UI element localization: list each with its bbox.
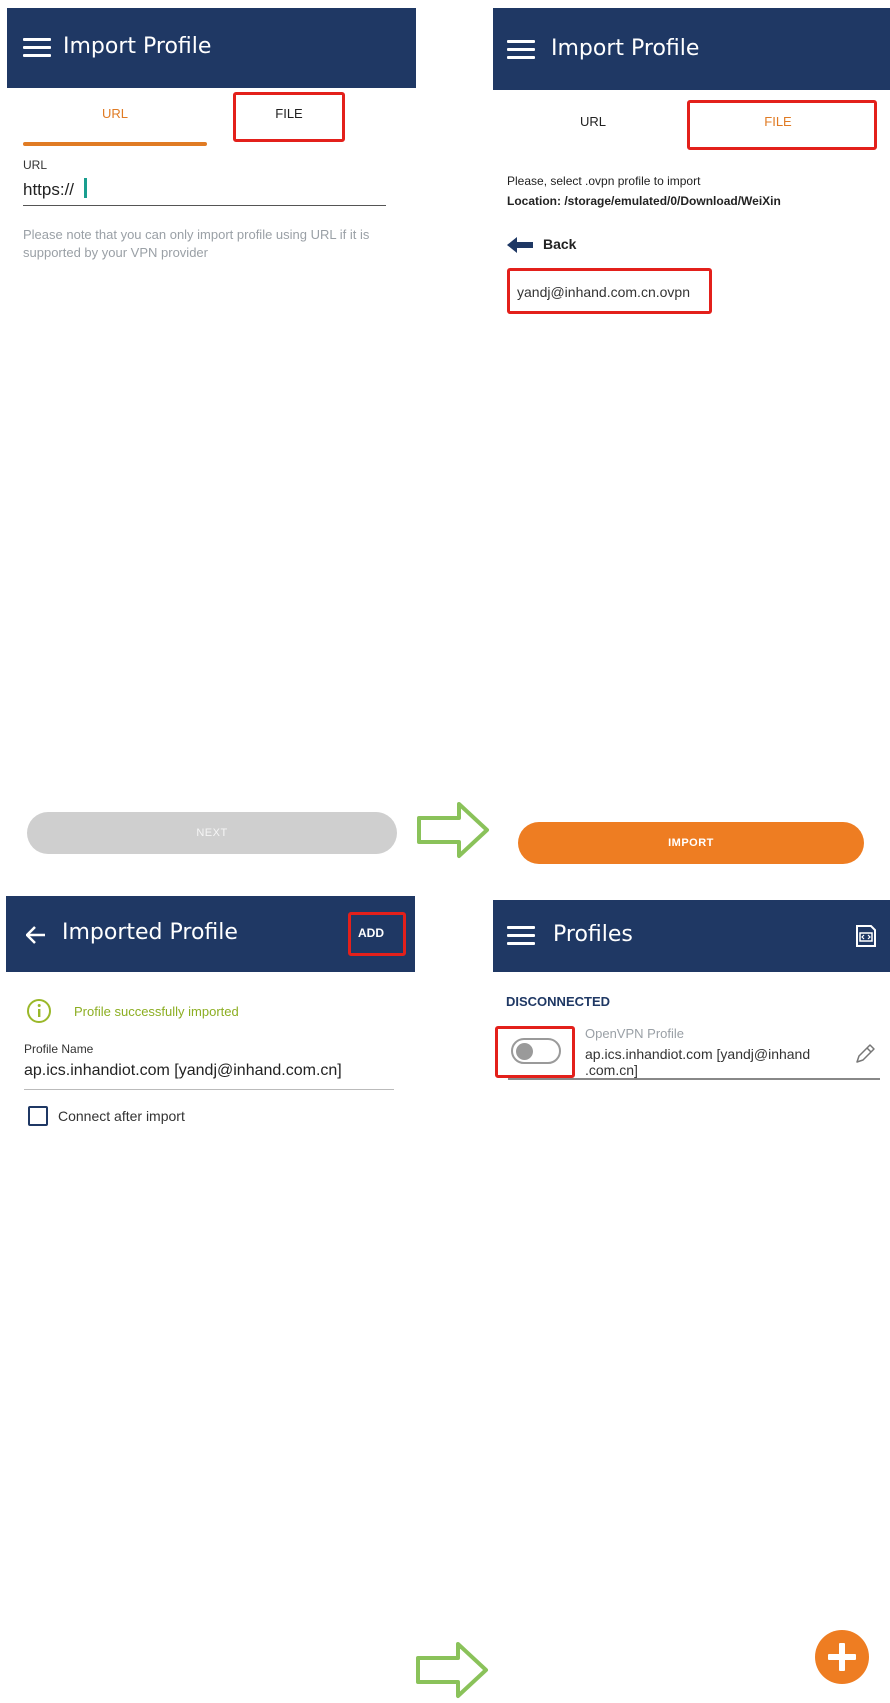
highlight-box xyxy=(233,92,345,142)
edit-pencil-icon[interactable] xyxy=(853,1042,877,1066)
app-bar: Import Profile xyxy=(7,8,416,88)
url-input[interactable]: https:// xyxy=(23,178,386,206)
profile-name[interactable]: ap.ics.inhandiot.com [yandj@inhand .com.… xyxy=(585,1046,810,1078)
connect-after-import-label: Connect after import xyxy=(58,1108,185,1124)
url-note: Please note that you can only import pro… xyxy=(23,227,370,260)
next-button[interactable]: NEXT xyxy=(27,812,397,854)
text-cursor xyxy=(84,178,88,198)
tab-url[interactable]: URL xyxy=(25,106,205,121)
info-icon xyxy=(27,999,51,1023)
tab-url[interactable]: URL xyxy=(553,114,633,129)
profile-type: OpenVPN Profile xyxy=(585,1026,684,1041)
back-arrow-icon[interactable] xyxy=(26,926,46,944)
profiles-screen: Profiles DISCONNECTED OpenVPN Profile ap… xyxy=(493,900,890,1703)
success-message: Profile successfully imported xyxy=(74,1004,239,1019)
app-bar: Imported Profile ADD xyxy=(6,896,415,972)
profile-name-line2: .com.cn] xyxy=(585,1062,638,1078)
profile-name-label: Profile Name xyxy=(24,1042,94,1056)
back-label: Back xyxy=(543,236,577,252)
url-input-value: https:// xyxy=(23,180,75,199)
import-instruction: Please, select .ovpn profile to import xyxy=(507,174,701,188)
highlight-box xyxy=(687,100,877,150)
menu-icon[interactable] xyxy=(23,38,51,58)
connection-status: DISCONNECTED xyxy=(506,994,611,1009)
highlight-box xyxy=(348,912,406,956)
profile-name-input[interactable]: ap.ics.inhandiot.com [yandj@inhand.com.c… xyxy=(24,1062,394,1090)
page-title: Imported Profile xyxy=(62,920,238,945)
add-profile-fab[interactable] xyxy=(815,1630,869,1684)
menu-icon[interactable] xyxy=(507,926,535,946)
url-field-label: URL xyxy=(23,158,48,172)
divider xyxy=(508,1078,880,1080)
app-bar: Import Profile xyxy=(493,8,890,90)
location-path: Location: /storage/emulated/0/Download/W… xyxy=(507,194,781,208)
import-file-icon[interactable] xyxy=(853,923,879,949)
highlight-box xyxy=(495,1026,575,1078)
app-bar: Profiles xyxy=(493,900,890,972)
page-title: Import Profile xyxy=(551,36,700,61)
highlight-box xyxy=(507,268,712,314)
back-arrow-icon xyxy=(507,237,533,253)
import-profile-file-screen: Import Profile URL FILE Please, select .… xyxy=(493,8,890,876)
connect-after-import-checkbox[interactable] xyxy=(28,1106,48,1126)
menu-icon[interactable] xyxy=(507,40,535,60)
plus-icon xyxy=(828,1643,856,1671)
page-title: Profiles xyxy=(553,922,633,947)
import-button[interactable]: IMPORT xyxy=(518,822,864,864)
tab-url-indicator xyxy=(23,142,207,146)
flow-arrow-icon xyxy=(417,802,489,858)
page-title: Import Profile xyxy=(63,34,212,59)
imported-profile-screen: Imported Profile ADD Profile successfull… xyxy=(6,896,415,1703)
flow-arrow-icon xyxy=(416,1642,488,1698)
profile-name-line1: ap.ics.inhandiot.com [yandj@inhand xyxy=(585,1046,811,1062)
import-profile-url-screen: Import Profile URL FILE URL https:// Ple… xyxy=(7,8,416,876)
